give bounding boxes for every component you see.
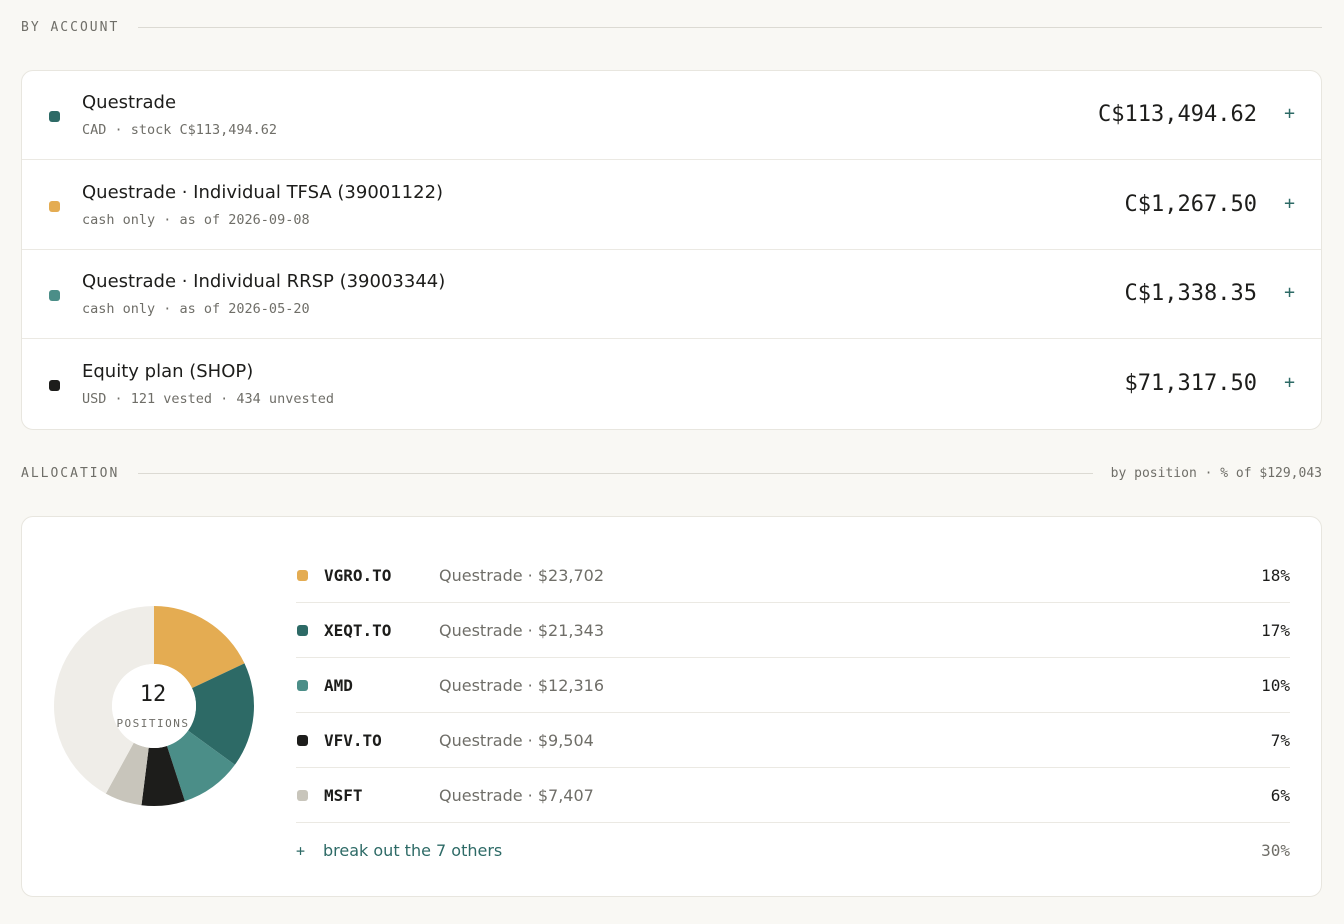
account-value: $71,317.50 — [1124, 371, 1257, 396]
account-details: USD · 121 vested · 434 unvested — [82, 391, 334, 407]
add-to-account-button[interactable]: + — [1284, 372, 1295, 393]
break-out-others-link[interactable]: break out the 7 others — [323, 841, 502, 860]
account-color-dot — [49, 111, 60, 122]
account-value: C$1,338.35 — [1124, 281, 1257, 306]
position-row[interactable]: VGRO.TO Questrade · $23,702 18% — [296, 548, 1290, 603]
positions-label: POSITIONS — [116, 717, 190, 730]
break-out-others-row[interactable]: + break out the 7 others 30% — [296, 823, 1290, 879]
account-name: Questrade — [82, 92, 177, 113]
account-color-dot — [49, 290, 60, 301]
others-percent: 30% — [1261, 841, 1290, 860]
position-percent: 7% — [1270, 731, 1290, 750]
allocation-title: ALLOCATION — [21, 465, 120, 481]
positions-count: 12 — [139, 682, 167, 707]
add-to-account-button[interactable]: + — [1284, 282, 1295, 303]
position-ticker: AMD — [324, 676, 353, 695]
position-color-dot — [297, 790, 308, 801]
position-account-value: Questrade · $23,702 — [439, 566, 604, 585]
position-color-dot — [297, 570, 308, 581]
accounts-card: Questrade CAD · stock C$113,494.62 C$113… — [21, 70, 1322, 430]
allocation-card: 12 POSITIONS VGRO.TO Questrade · $23,702… — [21, 516, 1322, 897]
position-color-dot — [297, 680, 308, 691]
position-percent: 18% — [1261, 566, 1290, 585]
account-details: cash only · as of 2026-05-20 — [82, 301, 310, 317]
position-ticker: XEQT.TO — [324, 621, 392, 640]
by-account-title: BY ACCOUNT — [21, 19, 120, 35]
add-to-account-button[interactable]: + — [1284, 193, 1295, 214]
position-ticker: VFV.TO — [324, 731, 382, 750]
account-color-dot — [49, 201, 60, 212]
position-percent: 6% — [1270, 786, 1290, 805]
account-name: Equity plan (SHOP) — [82, 361, 254, 382]
account-row[interactable]: Questrade · Individual RRSP (39003344) c… — [22, 250, 1321, 339]
add-to-account-button[interactable]: + — [1284, 103, 1295, 124]
account-details: CAD · stock C$113,494.62 — [82, 122, 278, 138]
allocation-basis: by position · % of $129,043 — [1110, 465, 1322, 481]
allocation-header: ALLOCATION by position · % of $129,043 — [21, 463, 1322, 483]
positions-list: VGRO.TO Questrade · $23,702 18% XEQT.TO … — [296, 548, 1290, 879]
account-name: Questrade · Individual TFSA (39001122) — [82, 182, 444, 203]
position-ticker: VGRO.TO — [324, 566, 392, 585]
position-color-dot — [297, 735, 308, 746]
account-value: C$1,267.50 — [1124, 192, 1257, 217]
by-account-header: BY ACCOUNT — [21, 17, 1322, 37]
position-percent: 10% — [1261, 676, 1290, 695]
position-account-value: Questrade · $9,504 — [439, 731, 594, 750]
position-account-value: Questrade · $7,407 — [439, 786, 594, 805]
position-ticker: MSFT — [324, 786, 363, 805]
position-row[interactable]: XEQT.TO Questrade · $21,343 17% — [296, 603, 1290, 658]
account-row[interactable]: Questrade · Individual TFSA (39001122) c… — [22, 161, 1321, 250]
plus-icon: + — [296, 842, 306, 860]
account-value: C$113,494.62 — [1098, 102, 1257, 127]
position-account-value: Questrade · $12,316 — [439, 676, 604, 695]
position-account-value: Questrade · $21,343 — [439, 621, 604, 640]
position-color-dot — [297, 625, 308, 636]
position-percent: 17% — [1261, 621, 1290, 640]
account-row[interactable]: Questrade CAD · stock C$113,494.62 C$113… — [22, 71, 1321, 160]
section-divider — [138, 472, 1093, 474]
position-row[interactable]: MSFT Questrade · $7,407 6% — [296, 768, 1290, 823]
position-row[interactable]: AMD Questrade · $12,316 10% — [296, 658, 1290, 713]
account-details: cash only · as of 2026-09-08 — [82, 212, 310, 228]
account-color-dot — [49, 380, 60, 391]
position-row[interactable]: VFV.TO Questrade · $9,504 7% — [296, 713, 1290, 768]
account-row[interactable]: Equity plan (SHOP) USD · 121 vested · 43… — [22, 340, 1321, 429]
section-divider — [138, 26, 1322, 28]
account-name: Questrade · Individual RRSP (39003344) — [82, 271, 446, 292]
